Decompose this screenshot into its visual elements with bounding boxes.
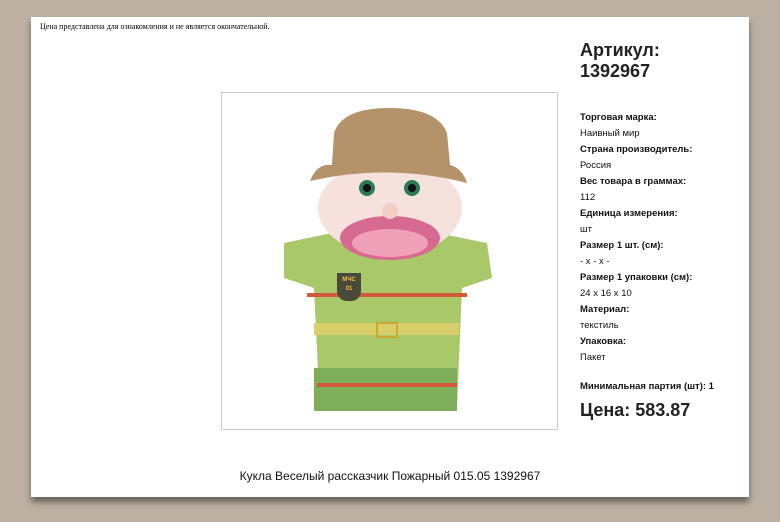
- property-value: Россия: [580, 160, 612, 171]
- puppet-illustration: [284, 108, 492, 411]
- property-key: Вес товара в граммах:: [580, 176, 687, 187]
- article-value: 1392967: [580, 61, 651, 81]
- property-value: - x - x -: [580, 256, 610, 267]
- property-value: Наивный мир: [580, 128, 640, 139]
- property-value: Пакет: [580, 352, 606, 363]
- property-value: текстиль: [580, 320, 619, 331]
- property-value: шт: [580, 224, 592, 235]
- price: Цена: 583.87: [580, 400, 691, 420]
- article-block: Артикул: 1392967: [580, 40, 660, 82]
- property-key: Единица измерения:: [580, 208, 678, 219]
- properties-list: Торговая марка: Наивный мир Страна произ…: [580, 110, 692, 366]
- property-key: Размер 1 шт. (см):: [580, 240, 664, 251]
- mchs-badge: МЧС 01: [337, 273, 361, 301]
- property-key: Материал:: [580, 304, 630, 315]
- property-key: Упаковка:: [580, 336, 627, 347]
- property-value: 112: [580, 192, 596, 203]
- property-key: Страна производитель:: [580, 144, 693, 155]
- product-image: МЧС 01: [221, 92, 558, 430]
- property-key: Размер 1 упаковки (см):: [580, 272, 693, 283]
- min-batch: Минимальная партия (шт): 1: [580, 381, 714, 392]
- article-label: Артикул:: [580, 40, 660, 60]
- product-sheet: Цена представлена для ознакомления и не …: [31, 17, 749, 497]
- price-notice: Цена представлена для ознакомления и не …: [40, 22, 270, 31]
- product-title: Кукла Веселый рассказчик Пожарный 015.05…: [239, 469, 541, 483]
- property-value: 24 x 16 x 10: [580, 288, 632, 299]
- property-key: Торговая марка:: [580, 112, 657, 123]
